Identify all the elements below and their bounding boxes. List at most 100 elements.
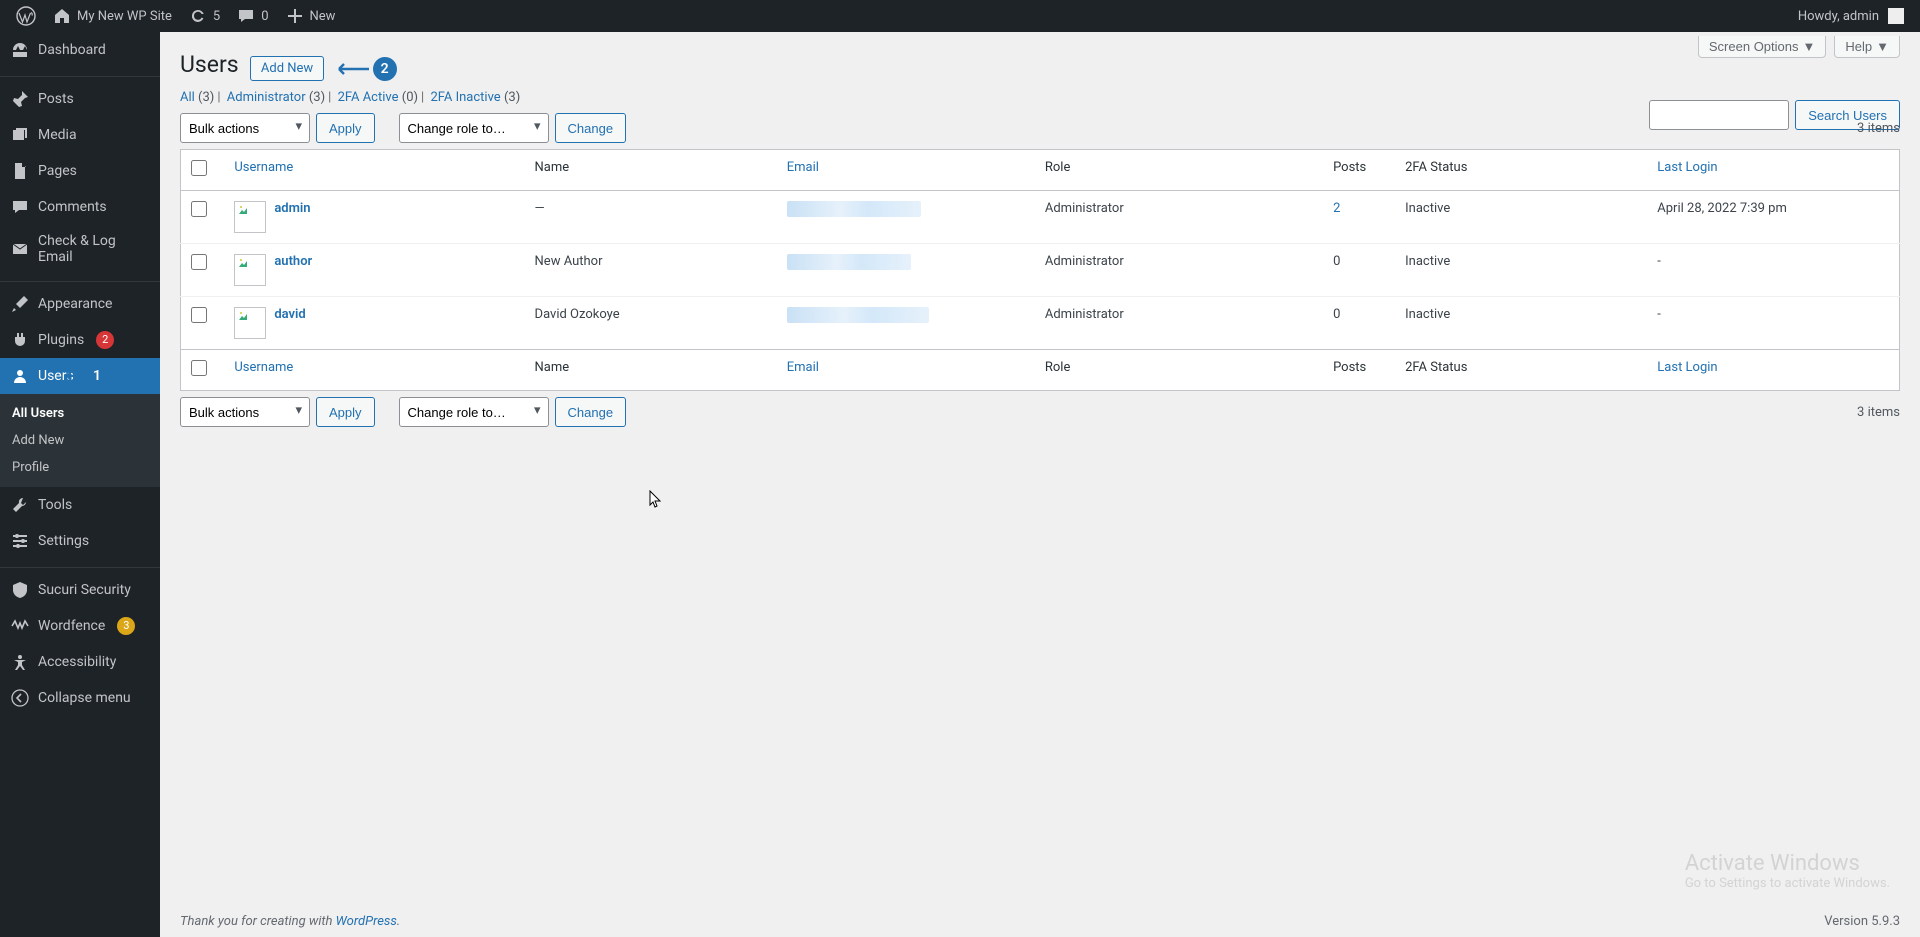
change-button[interactable]: Change <box>555 113 627 143</box>
items-count-bottom: 3 items <box>1857 405 1900 420</box>
col-email[interactable]: Email <box>777 150 1035 191</box>
sidebar-item-pages[interactable]: Pages <box>0 153 160 189</box>
comment-icon <box>10 197 30 217</box>
sidebar-item-comments[interactable]: Comments <box>0 189 160 225</box>
change-role-select-bottom[interactable]: Change role to… <box>399 397 549 427</box>
cell-name: David Ozokoye <box>525 297 777 350</box>
help-button[interactable]: Help ▼ <box>1834 36 1900 58</box>
filter-2fa-active[interactable]: 2FA Active <box>338 90 399 105</box>
new-link[interactable]: New <box>277 0 344 32</box>
howdy-link[interactable]: Howdy, admin <box>1790 0 1912 32</box>
help-label: Help <box>1845 39 1872 54</box>
sidebar-item-label: Posts <box>38 91 74 107</box>
sidebar-item-plugins[interactable]: Plugins 2 <box>0 322 160 358</box>
sidebar-item-label: Pages <box>38 163 77 179</box>
sidebar-item-posts[interactable]: Posts <box>0 81 160 117</box>
select-all-checkbox-bottom[interactable] <box>191 360 207 376</box>
sidebar-item-label: Sucuri Security <box>38 582 131 598</box>
submenu-profile[interactable]: Profile <box>0 454 160 481</box>
comments-link[interactable]: 0 <box>228 0 276 32</box>
apply-button[interactable]: Apply <box>316 113 375 143</box>
sidebar-item-checklog[interactable]: Check & Log Email <box>0 225 160 273</box>
refresh-link[interactable]: 5 <box>180 0 228 32</box>
filter-2fa-active-count: (0) <box>402 90 418 105</box>
screen-options-button[interactable]: Screen Options ▼ <box>1698 36 1826 58</box>
sidebar-item-sucuri[interactable]: Sucuri Security <box>0 572 160 608</box>
submenu-add-new[interactable]: Add New <box>0 427 160 454</box>
screen-options-label: Screen Options <box>1709 39 1799 54</box>
cell-last-login: - <box>1647 297 1899 350</box>
chevron-down-icon: ▼ <box>1803 39 1816 54</box>
sidebar-item-tools[interactable]: Tools <box>0 487 160 523</box>
sidebar-item-appearance[interactable]: Appearance <box>0 286 160 322</box>
username-link[interactable]: author <box>274 254 312 269</box>
filter-all[interactable]: All <box>180 90 195 105</box>
sidebar-item-label: Settings <box>38 533 89 549</box>
users-table: Username Name Email Role Posts 2FA Statu… <box>180 149 1900 391</box>
bulk-actions-select-bottom[interactable]: Bulk actions <box>180 397 310 427</box>
submenu-all-users[interactable]: All Users <box>0 400 160 427</box>
menu-separator <box>0 563 160 568</box>
col-last-login[interactable]: Last Login <box>1647 150 1899 191</box>
sidebar-item-dashboard[interactable]: Dashboard <box>0 32 160 68</box>
col-email[interactable]: Email <box>777 350 1035 391</box>
howdy-text: Howdy, admin <box>1798 9 1879 24</box>
sidebar-item-media[interactable]: Media <box>0 117 160 153</box>
sidebar-item-accessibility[interactable]: Accessibility <box>0 644 160 680</box>
cell-email <box>777 297 1035 350</box>
filter-all-count: (3) <box>198 90 214 105</box>
dashboard-icon <box>10 40 30 60</box>
row-checkbox[interactable] <box>191 307 207 323</box>
change-role-select[interactable]: Change role to… <box>399 113 549 143</box>
mail-icon <box>10 239 30 259</box>
col-name: Name <box>525 350 777 391</box>
username-link[interactable]: admin <box>274 201 310 216</box>
wordpress-link[interactable]: WordPress <box>336 914 397 929</box>
row-checkbox[interactable] <box>191 254 207 270</box>
sidebar-item-collapse[interactable]: Collapse menu <box>0 680 160 716</box>
admin-topbar: My New WP Site 5 0 New Howdy, admin <box>0 0 1920 32</box>
avatar <box>1888 8 1904 24</box>
posts-link[interactable]: 2 <box>1333 201 1340 216</box>
wp-logo[interactable] <box>8 0 44 32</box>
add-new-button[interactable]: Add New <box>250 56 324 81</box>
cell-2fa: Inactive <box>1395 191 1647 244</box>
accessibility-icon <box>10 652 30 672</box>
col-username[interactable]: Username <box>224 350 524 391</box>
sidebar-item-label: Wordfence <box>38 618 105 634</box>
row-checkbox[interactable] <box>191 201 207 217</box>
bulk-actions-select[interactable]: Bulk actions <box>180 113 310 143</box>
admin-footer: Thank you for creating with WordPress. V… <box>180 914 1900 929</box>
annotation-step1: 1 <box>63 364 109 388</box>
username-link[interactable]: david <box>274 307 305 322</box>
site-link[interactable]: My New WP Site <box>44 0 180 32</box>
sidebar-item-wordfence[interactable]: Wordfence3 <box>0 608 160 644</box>
col-username[interactable]: Username <box>224 150 524 191</box>
sidebar-item-label: Dashboard <box>38 42 106 58</box>
select-all-checkbox[interactable] <box>191 160 207 176</box>
pages-icon <box>10 161 30 181</box>
plugins-badge: 2 <box>96 331 114 349</box>
table-row: authorNew AuthorAdministrator0Inactive- <box>181 244 1900 297</box>
col-role: Role <box>1035 350 1323 391</box>
filter-2fa-inactive[interactable]: 2FA Inactive <box>430 90 500 105</box>
sidebar-item-settings[interactable]: Settings <box>0 523 160 559</box>
user-icon <box>10 366 30 386</box>
menu-separator <box>0 277 160 282</box>
col-name: Name <box>525 150 777 191</box>
cell-2fa: Inactive <box>1395 297 1647 350</box>
col-2fa: 2FA Status <box>1395 350 1647 391</box>
filter-administrator[interactable]: Administrator <box>227 90 306 105</box>
avatar-placeholder <box>234 201 266 233</box>
cell-posts: 0 <box>1323 297 1395 350</box>
annotation-arrow-2 <box>333 62 369 76</box>
change-button-bottom[interactable]: Change <box>555 397 627 427</box>
avatar-placeholder <box>234 307 266 339</box>
cell-2fa: Inactive <box>1395 244 1647 297</box>
cell-email <box>777 191 1035 244</box>
apply-button-bottom[interactable]: Apply <box>316 397 375 427</box>
sidebar-item-label: Comments <box>38 199 107 215</box>
col-last-login[interactable]: Last Login <box>1647 350 1899 391</box>
sliders-icon <box>10 531 30 551</box>
sidebar-item-label: Plugins <box>38 332 84 348</box>
